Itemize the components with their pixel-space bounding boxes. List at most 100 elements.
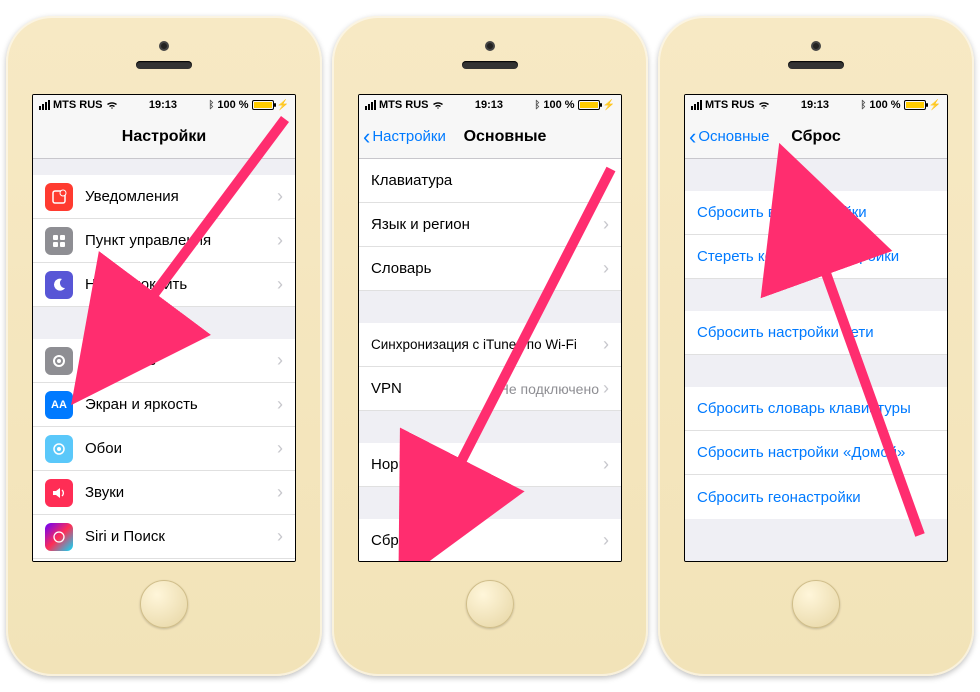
chevron-right-icon: › (277, 438, 283, 459)
row-siri[interactable]: Siri и Поиск › (33, 515, 295, 559)
row-display[interactable]: AA Экран и яркость › (33, 383, 295, 427)
chevron-right-icon: › (603, 454, 609, 475)
row-itunes-wifi[interactable]: Синхронизация с iTunes по Wi-Fi › (359, 323, 621, 367)
row-touchid[interactable]: Touch ID и код-пароль › (33, 559, 295, 561)
battery-text: 100 % (869, 99, 900, 111)
chevron-right-icon: › (277, 230, 283, 251)
home-button[interactable] (792, 580, 840, 628)
row-label: Сбросить геонастройки (697, 489, 935, 506)
phone-frame-2: MTS RUS 19:13 ᛒ 100 % ⚡ ‹Настройки Основ… (332, 16, 648, 676)
camera-dot (485, 41, 495, 51)
chevron-right-icon: › (603, 170, 609, 191)
earpiece (136, 61, 192, 69)
wifi-icon (106, 100, 118, 110)
phone-top (332, 16, 648, 94)
chevron-right-icon: › (603, 334, 609, 355)
row-reset-home[interactable]: Сбросить настройки «Домой» (685, 431, 947, 475)
row-control-center[interactable]: Пункт управления › (33, 219, 295, 263)
battery-text: 100 % (217, 99, 248, 111)
moon-icon (45, 271, 73, 299)
siri-icon (45, 523, 73, 551)
chevron-right-icon: › (603, 258, 609, 279)
row-label: Язык и регион (371, 216, 603, 233)
status-left: MTS RUS (365, 99, 444, 111)
navbar: Настройки (33, 115, 295, 159)
battery-icon (578, 100, 600, 110)
row-reset-keyboard[interactable]: Сбросить словарь клавиатуры (685, 387, 947, 431)
navbar: ‹Основные Сброс (685, 115, 947, 159)
row-reset[interactable]: Сброс › (359, 519, 621, 561)
row-label: Уведомления (85, 188, 277, 205)
row-label: Звуки (85, 484, 277, 501)
row-label: Сброс (371, 532, 603, 549)
chevron-right-icon: › (277, 186, 283, 207)
row-general[interactable]: Основные › (33, 339, 295, 383)
back-label: Настройки (372, 128, 446, 145)
phone-frame-1: MTS RUS 19:13 ᛒ 100 % ⚡ Настройки (6, 16, 322, 676)
row-vpn[interactable]: VPN Не подключено › (359, 367, 621, 411)
row-label: Клавиатура (371, 172, 603, 189)
wallpaper-icon (45, 435, 73, 463)
back-button[interactable]: ‹Основные (685, 128, 770, 145)
chevron-right-icon: › (277, 350, 283, 371)
row-regulatory[interactable]: Нормативы › (359, 443, 621, 487)
status-time: 19:13 (801, 99, 829, 111)
wifi-icon (432, 100, 444, 110)
carrier-label: MTS RUS (705, 99, 755, 111)
earpiece (462, 61, 518, 69)
home-button[interactable] (140, 580, 188, 628)
chevron-right-icon: › (603, 378, 609, 399)
row-value: Не подключено (499, 381, 599, 397)
signal-icon (691, 100, 702, 110)
battery-icon (252, 100, 274, 110)
row-label: Нормативы (371, 456, 603, 473)
row-sounds[interactable]: Звуки › (33, 471, 295, 515)
back-button[interactable]: ‹Настройки (359, 128, 446, 145)
status-right: ᛒ 100 % ⚡ (860, 99, 941, 111)
row-label: Сбросить словарь клавиатуры (697, 400, 935, 417)
row-dictionary[interactable]: Словарь › (359, 247, 621, 291)
back-label: Основные (698, 128, 769, 145)
status-bar: MTS RUS 19:13 ᛒ 100 % ⚡ (33, 95, 295, 115)
row-label: Словарь (371, 260, 603, 277)
signal-icon (365, 100, 376, 110)
signal-icon (39, 100, 50, 110)
row-do-not-disturb[interactable]: Не беспокоить › (33, 263, 295, 307)
row-label: Основные (85, 352, 277, 369)
settings-list: Уведомления › Пункт управления › Не бесп… (33, 159, 295, 561)
carrier-label: MTS RUS (53, 99, 103, 111)
earpiece (788, 61, 844, 69)
row-erase-all[interactable]: Стереть контент и настройки (685, 235, 947, 279)
row-notifications[interactable]: Уведомления › (33, 175, 295, 219)
bluetooth-icon: ᛒ (534, 100, 540, 111)
row-keyboard[interactable]: Клавиатура › (359, 159, 621, 203)
notifications-icon (45, 183, 73, 211)
row-reset-network[interactable]: Сбросить настройки сети (685, 311, 947, 355)
reset-list: Сбросить все настройки Стереть контент и… (685, 159, 947, 561)
row-label: Сбросить все настройки (697, 204, 935, 221)
row-reset-all[interactable]: Сбросить все настройки (685, 191, 947, 235)
general-list: Клавиатура › Язык и регион › Словарь › С… (359, 159, 621, 561)
row-label: Обои (85, 440, 277, 457)
gear-icon (45, 347, 73, 375)
row-language[interactable]: Язык и регион › (359, 203, 621, 247)
status-bar: MTS RUS 19:13 ᛒ 100 % ⚡ (359, 95, 621, 115)
phone-frame-3: MTS RUS 19:13 ᛒ 100 % ⚡ ‹Основные Сброс … (658, 16, 974, 676)
chevron-right-icon: › (603, 530, 609, 551)
screen-3: MTS RUS 19:13 ᛒ 100 % ⚡ ‹Основные Сброс … (684, 94, 948, 562)
row-label: VPN (371, 380, 499, 397)
row-reset-location[interactable]: Сбросить геонастройки (685, 475, 947, 519)
charging-icon: ⚡ (603, 100, 615, 111)
phone-top (658, 16, 974, 94)
row-label: Пункт управления (85, 232, 277, 249)
row-label: Siri и Поиск (85, 528, 277, 545)
row-label: Синхронизация с iTunes по Wi-Fi (371, 337, 603, 352)
status-left: MTS RUS (39, 99, 118, 111)
status-time: 19:13 (149, 99, 177, 111)
row-wallpaper[interactable]: Обои › (33, 427, 295, 471)
home-button[interactable] (466, 580, 514, 628)
row-label: Сбросить настройки сети (697, 324, 935, 341)
row-label: Сбросить настройки «Домой» (697, 444, 935, 461)
control-center-icon (45, 227, 73, 255)
screen-1: MTS RUS 19:13 ᛒ 100 % ⚡ Настройки (32, 94, 296, 562)
